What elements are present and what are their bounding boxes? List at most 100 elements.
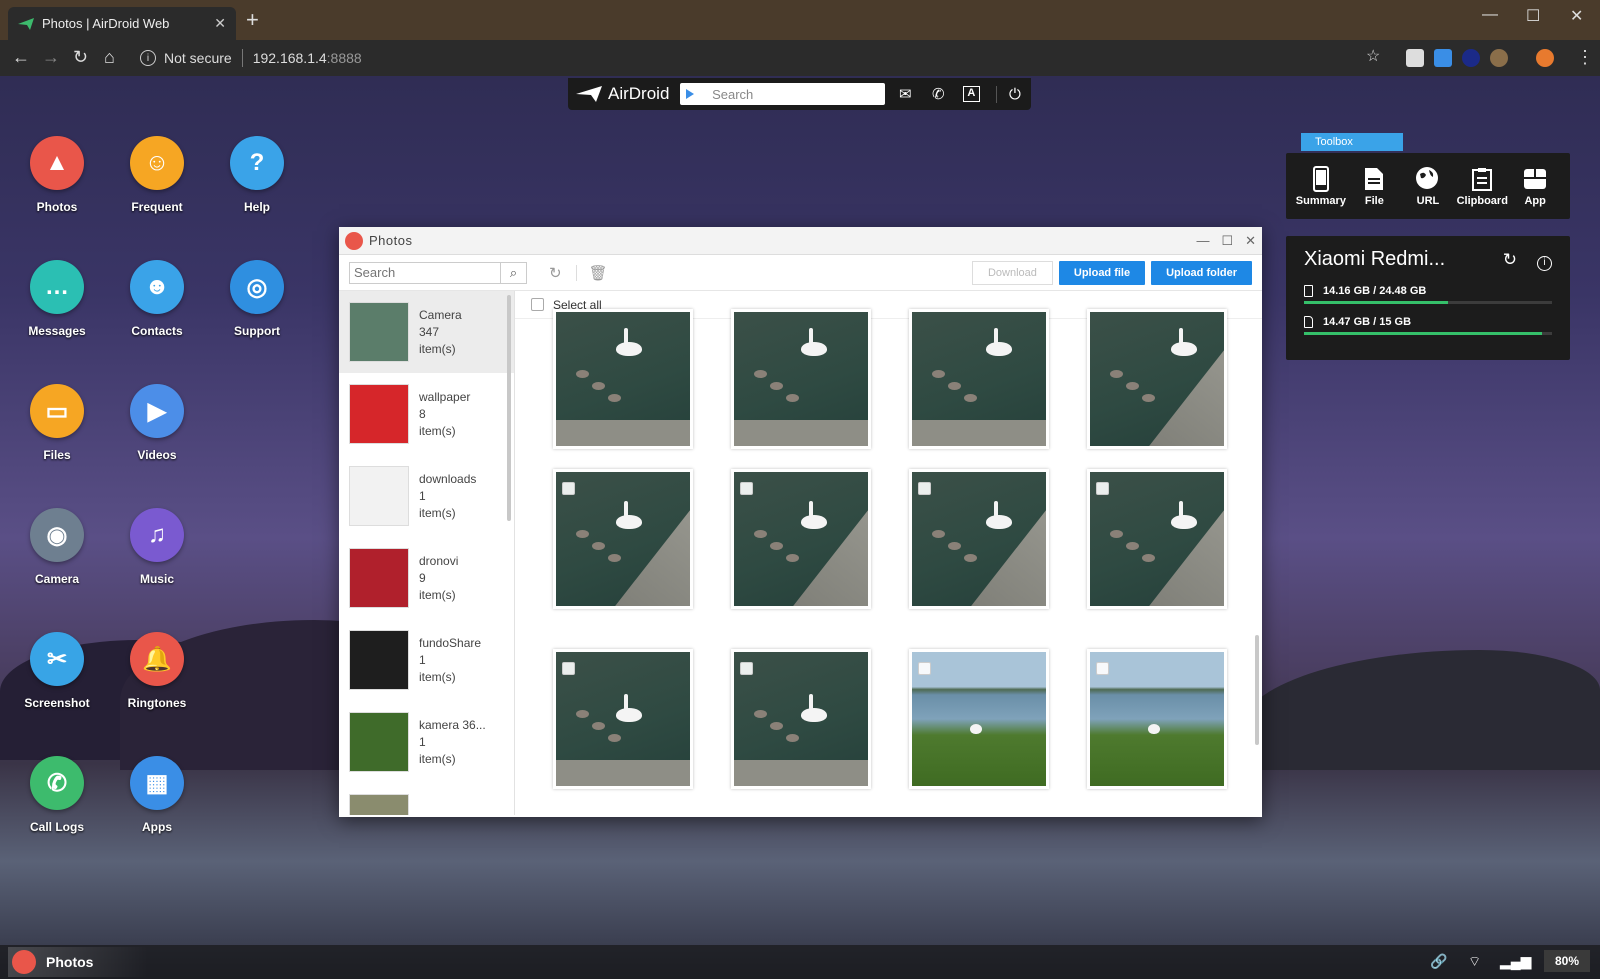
extension-icon[interactable] xyxy=(1462,49,1480,67)
desktop-app-frequent[interactable]: ☺ Frequent xyxy=(112,136,202,214)
home-icon[interactable]: ⌂ xyxy=(104,47,115,67)
album-item[interactable]: fundoShare 1 item(s) xyxy=(339,619,514,701)
news-extension-icon[interactable] xyxy=(1434,49,1452,67)
upload-file-button[interactable]: Upload file xyxy=(1058,260,1146,285)
cygnet-shape xyxy=(754,370,767,378)
photos-window-header[interactable]: Photos — ☐ ✕ xyxy=(339,227,1262,255)
play-store-icon xyxy=(686,89,695,99)
photo-thumbnail[interactable] xyxy=(909,309,1049,449)
desktop-app-ringtones[interactable]: 🔔 Ringtones xyxy=(112,632,202,710)
desktop-app-photos[interactable]: ▲ Photos xyxy=(12,136,102,214)
upload-folder-button[interactable]: Upload folder xyxy=(1151,260,1252,285)
refresh-icon[interactable]: ↻ xyxy=(549,264,562,282)
back-icon[interactable]: ← xyxy=(12,47,30,67)
photo-thumbnail[interactable] xyxy=(909,649,1049,789)
desktop-app-apps[interactable]: ▦ Apps xyxy=(112,756,202,834)
delete-icon[interactable]: 🗑 xyxy=(589,264,608,282)
profile-avatar[interactable] xyxy=(1536,49,1554,67)
url-field[interactable]: i Not secure 192.168.1.4:8888 xyxy=(140,46,1380,70)
desktop-app-videos[interactable]: ▶ Videos xyxy=(112,384,202,462)
cygnet-shape xyxy=(932,370,945,378)
photo-thumbnail[interactable] xyxy=(731,309,871,449)
photo-image xyxy=(734,652,868,786)
desktop-app-files[interactable]: ▭ Files xyxy=(12,384,102,462)
toolbox-summary[interactable]: Summary xyxy=(1296,163,1346,209)
phone-icon[interactable]: ✆ xyxy=(930,85,947,103)
toolbox-tag: Toolbox xyxy=(1301,133,1403,151)
photo-thumbnail[interactable] xyxy=(731,649,871,789)
photo-checkbox[interactable] xyxy=(1096,482,1109,495)
tab-close-icon[interactable]: ✕ xyxy=(214,15,226,32)
album-item[interactable]: LUMIXSync xyxy=(339,783,514,815)
new-tab-icon[interactable]: + xyxy=(246,9,259,31)
desktop-app-messages[interactable]: … Messages xyxy=(12,260,102,338)
desktop-app-contacts[interactable]: ☻ Contacts xyxy=(112,260,202,338)
album-item[interactable]: wallpaper 8 item(s) xyxy=(339,373,514,455)
photo-checkbox[interactable] xyxy=(918,662,931,675)
desktop-app-label: Help xyxy=(243,200,270,214)
album-item[interactable]: kamera 36... 1 item(s) xyxy=(339,701,514,783)
refresh-icon[interactable]: ↻ xyxy=(1503,250,1517,269)
photo-checkbox[interactable] xyxy=(740,482,753,495)
photo-checkbox[interactable] xyxy=(562,662,575,675)
close-window-icon[interactable]: ✕ xyxy=(1570,6,1583,26)
photo-checkbox[interactable] xyxy=(918,482,931,495)
search-icon[interactable]: ⌕ xyxy=(500,262,526,283)
airdroid-search[interactable]: Search xyxy=(680,83,885,105)
desktop-app-screenshot[interactable]: ✂ Screenshot xyxy=(12,632,102,710)
info-icon[interactable]: i xyxy=(1537,256,1552,271)
close-icon[interactable]: ✕ xyxy=(1245,233,1256,249)
photo-thumbnail[interactable] xyxy=(1087,309,1227,449)
download-extension-icon[interactable] xyxy=(1406,49,1424,67)
taskbar-photos-app[interactable]: Photos xyxy=(8,947,148,977)
photo-thumbnail[interactable] xyxy=(1087,469,1227,609)
desktop-app-help[interactable]: ? Help xyxy=(212,136,302,214)
photo-thumbnail[interactable] xyxy=(1087,649,1227,789)
internal-storage-bar xyxy=(1304,301,1552,304)
select-all-checkbox[interactable] xyxy=(531,298,544,311)
reload-icon[interactable]: ↻ xyxy=(73,47,88,67)
photo-thumbnail[interactable] xyxy=(731,469,871,609)
album-count: 1 xyxy=(419,488,426,503)
toolbox-file[interactable]: File xyxy=(1349,163,1399,209)
desktop-app-camera[interactable]: ◉ Camera xyxy=(12,508,102,586)
browser-tab[interactable]: Photos | AirDroid Web ✕ xyxy=(8,7,236,40)
photo-checkbox[interactable] xyxy=(1096,662,1109,675)
album-name: dronovi xyxy=(419,553,459,568)
photo-grid-scrollbar[interactable] xyxy=(1255,635,1259,745)
photo-thumbnail[interactable] xyxy=(553,649,693,789)
minimize-icon[interactable]: — xyxy=(1482,6,1498,24)
desktop-app-call-logs[interactable]: ✆ Call Logs xyxy=(12,756,102,834)
photos-search-input[interactable] xyxy=(350,262,500,283)
photo-thumbnail[interactable] xyxy=(553,469,693,609)
photo-image xyxy=(556,652,690,786)
bookmark-star-icon[interactable]: ☆ xyxy=(1366,47,1380,67)
info-icon[interactable]: i xyxy=(140,50,156,66)
desktop-app-music[interactable]: ♫ Music xyxy=(112,508,202,586)
clipboard-icon xyxy=(1471,168,1492,191)
maximize-icon[interactable]: ☐ xyxy=(1526,6,1540,26)
album-item[interactable]: downloads 1 item(s) xyxy=(339,455,514,537)
link-icon[interactable]: 🔗 xyxy=(1430,953,1447,970)
album-item[interactable]: Camera 347 item(s) xyxy=(339,291,514,373)
minimize-icon[interactable]: — xyxy=(1196,233,1209,248)
font-icon[interactable]: A xyxy=(962,86,980,102)
photo-checkbox[interactable] xyxy=(562,482,575,495)
forward-icon[interactable]: → xyxy=(42,47,60,67)
download-button[interactable]: Download xyxy=(971,260,1053,285)
toolbox-url[interactable]: URL xyxy=(1403,163,1453,209)
photo-thumbnail[interactable] xyxy=(909,469,1049,609)
photo-checkbox[interactable] xyxy=(740,662,753,675)
album-thumbnail xyxy=(349,384,409,444)
toolbox-app[interactable]: App xyxy=(1510,163,1560,209)
photo-thumbnail[interactable] xyxy=(553,309,693,449)
desktop-app-support[interactable]: ◎ Support xyxy=(212,260,302,338)
power-icon[interactable]: ⏻ xyxy=(995,85,1023,103)
toolbox-clipboard[interactable]: Clipboard xyxy=(1457,163,1508,209)
maximize-icon[interactable]: ☐ xyxy=(1221,233,1233,249)
extension-icon[interactable] xyxy=(1490,49,1508,67)
album-list-scrollbar[interactable] xyxy=(507,295,511,521)
mail-icon[interactable]: ✉ xyxy=(897,85,914,103)
album-item[interactable]: dronovi 9 item(s) xyxy=(339,537,514,619)
menu-dots-icon[interactable]: ⋮ xyxy=(1576,47,1594,67)
